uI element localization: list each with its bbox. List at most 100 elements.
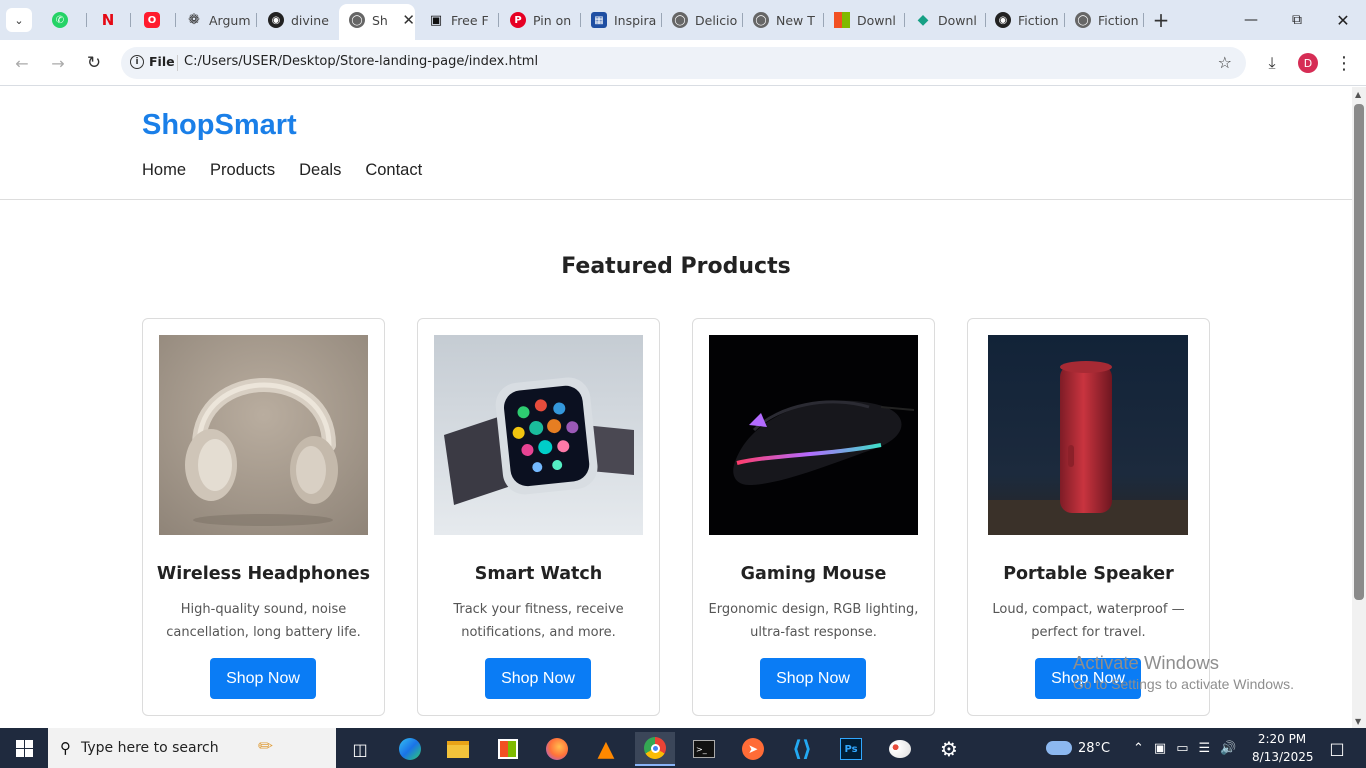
site-nav: Home Products Deals Contact — [142, 161, 422, 180]
minimize-icon: — — [1244, 12, 1258, 28]
inspiration-icon: ▦ — [591, 12, 607, 28]
system-tray: ⌃ ▣ ▭ ☰ 🔊 — [1133, 728, 1236, 768]
taskbar-terminal[interactable]: >_ — [684, 732, 724, 766]
taskbar-file-explorer[interactable] — [438, 732, 478, 766]
tab-argum[interactable]: ❁ Argum — [176, 6, 254, 34]
battery-icon[interactable]: ▭ — [1176, 741, 1188, 756]
globe-icon: ◯ — [672, 12, 688, 28]
shop-now-button-headphones[interactable]: Shop Now — [210, 658, 316, 699]
tab-netflix[interactable]: N — [90, 6, 130, 34]
tab-download-1[interactable]: Downl — [824, 6, 902, 34]
address-url[interactable]: C:/Users/USER/Desktop/Store-landing-page… — [184, 54, 538, 69]
nav-products[interactable]: Products — [210, 161, 275, 180]
shop-now-button-gaming-mouse[interactable]: Shop Now — [760, 658, 866, 699]
product-image-portable-speaker — [988, 335, 1188, 535]
reload-button[interactable]: ↻ — [81, 50, 107, 76]
product-image-smart-watch — [434, 335, 643, 535]
tab-search-button[interactable]: ⌄ — [6, 8, 32, 32]
forward-button[interactable]: → — [45, 50, 71, 76]
arrow-left-icon: ← — [15, 53, 29, 73]
minimize-button[interactable]: — — [1228, 0, 1274, 40]
taskbar-vlc[interactable]: ▲ — [586, 732, 626, 766]
tab-fiction-2[interactable]: ◯ Fiction — [1065, 6, 1143, 34]
whatsapp-icon: ✆ — [52, 12, 68, 28]
postman-icon: ➤ — [742, 738, 764, 760]
taskbar-chrome[interactable] — [635, 732, 675, 766]
taskbar-postman[interactable]: ➤ — [733, 732, 773, 766]
product-title: Smart Watch — [474, 564, 603, 584]
product-card-headphones: Wireless Headphones High-quality sound, … — [142, 318, 385, 716]
tab-new-t[interactable]: ◯ New T — [743, 6, 821, 34]
taskbar-vscode[interactable]: ⟨⟩ — [782, 732, 822, 766]
scroll-up-icon[interactable]: ▲ — [1355, 90, 1361, 99]
chevron-up-icon[interactable]: ⌃ — [1133, 741, 1144, 756]
bookmark-star-icon[interactable]: ☆ — [1218, 53, 1232, 72]
meet-now-icon[interactable]: ▣ — [1154, 741, 1166, 756]
opera-icon: O — [144, 12, 160, 28]
close-tab-icon[interactable]: ✕ — [402, 11, 415, 29]
close-window-button[interactable]: ✕ — [1320, 0, 1366, 40]
plus-icon: + — [1152, 8, 1170, 32]
taskbar-settings[interactable]: ⚙ — [929, 732, 969, 766]
taskbar-paint-app[interactable] — [880, 732, 920, 766]
scroll-down-icon[interactable]: ▼ — [1355, 717, 1361, 726]
back-button[interactable]: ← — [9, 50, 35, 76]
tab-shopsmart-active[interactable]: ◯ Sh ✕ — [339, 4, 415, 40]
volume-icon[interactable]: 🔊 — [1220, 741, 1236, 756]
microsoft-icon — [834, 12, 850, 28]
notification-center-button[interactable]: □ — [1322, 728, 1352, 768]
clock-date: 8/13/2025 — [1252, 750, 1314, 764]
nav-home[interactable]: Home — [142, 161, 186, 180]
taskbar-task-view[interactable]: ◫ — [340, 732, 380, 766]
profile-avatar[interactable]: D — [1298, 53, 1318, 73]
taskbar-clock[interactable]: 2:20 PM 8/13/2025 — [1252, 730, 1314, 766]
tab-inspira[interactable]: ▦ Inspira — [581, 6, 659, 34]
site-logo[interactable]: ShopSmart — [142, 109, 297, 142]
product-description: High-quality sound, noise cancellation, … — [166, 602, 361, 640]
edge-icon — [399, 738, 421, 760]
tab-fiction-1[interactable]: ◉ Fiction — [985, 6, 1063, 34]
weather-widget[interactable]: 28°C — [1046, 728, 1110, 768]
address-bar[interactable]: i File C:/Users/USER/Desktop/Store-landi… — [121, 47, 1246, 79]
taskbar-search[interactable]: ⚲ Type here to search ✏ — [48, 728, 336, 768]
browser-menu-button[interactable]: ⋮ — [1332, 51, 1356, 75]
new-tab-button[interactable]: + — [1150, 8, 1172, 32]
tab-free-f[interactable]: ▣ Free F — [418, 6, 496, 34]
start-button[interactable] — [0, 728, 48, 768]
paint-palette-icon — [889, 740, 911, 758]
product-title: Portable Speaker — [1003, 564, 1174, 584]
shop-now-button-smart-watch[interactable]: Shop Now — [485, 658, 591, 699]
folder-icon — [447, 740, 469, 758]
chrome-icon — [644, 737, 666, 759]
wifi-icon[interactable]: ☰ — [1199, 741, 1211, 756]
taskbar-store[interactable] — [488, 732, 528, 766]
section-title: Featured Products — [561, 254, 791, 279]
windows-logo-icon — [15, 739, 33, 757]
nav-contact[interactable]: Contact — [365, 161, 422, 180]
taskbar-firefox[interactable] — [537, 732, 577, 766]
tab-divine[interactable]: ◉ divine — [258, 6, 336, 34]
taskbar-edge[interactable] — [390, 732, 430, 766]
tab-pinterest[interactable]: P Pin on — [500, 6, 578, 34]
page-scrollbar[interactable]: ▲ ▼ — [1352, 87, 1366, 728]
store-icon — [498, 739, 518, 759]
tab-delicio[interactable]: ◯ Delicio — [662, 6, 740, 34]
tab-whatsapp[interactable]: ✆ — [42, 6, 86, 34]
openai-icon: ❁ — [188, 12, 200, 28]
downloads-button[interactable]: ⤓ — [1260, 51, 1284, 75]
tab-download-2[interactable]: ◆ Downl — [905, 6, 983, 34]
tab-opera[interactable]: O — [134, 6, 174, 34]
terminal-icon: >_ — [693, 740, 715, 758]
restore-button[interactable]: ⧉ — [1274, 0, 1320, 40]
taskbar-search-placeholder: Type here to search — [81, 740, 219, 756]
product-title: Gaming Mouse — [740, 564, 887, 584]
unsplash-icon: ▣ — [429, 12, 443, 28]
vscode-icon: ⟨⟩ — [791, 736, 813, 762]
nav-deals[interactable]: Deals — [299, 161, 341, 180]
scroll-thumb[interactable] — [1354, 104, 1364, 600]
site-info-icon[interactable]: i — [130, 55, 144, 69]
activate-windows-watermark: Activate Windows Go to Settings to activ… — [1073, 652, 1294, 692]
gear-icon: ⚙ — [940, 737, 958, 761]
arrow-right-icon: → — [51, 53, 65, 73]
taskbar-photoshop[interactable]: Ps — [831, 732, 871, 766]
